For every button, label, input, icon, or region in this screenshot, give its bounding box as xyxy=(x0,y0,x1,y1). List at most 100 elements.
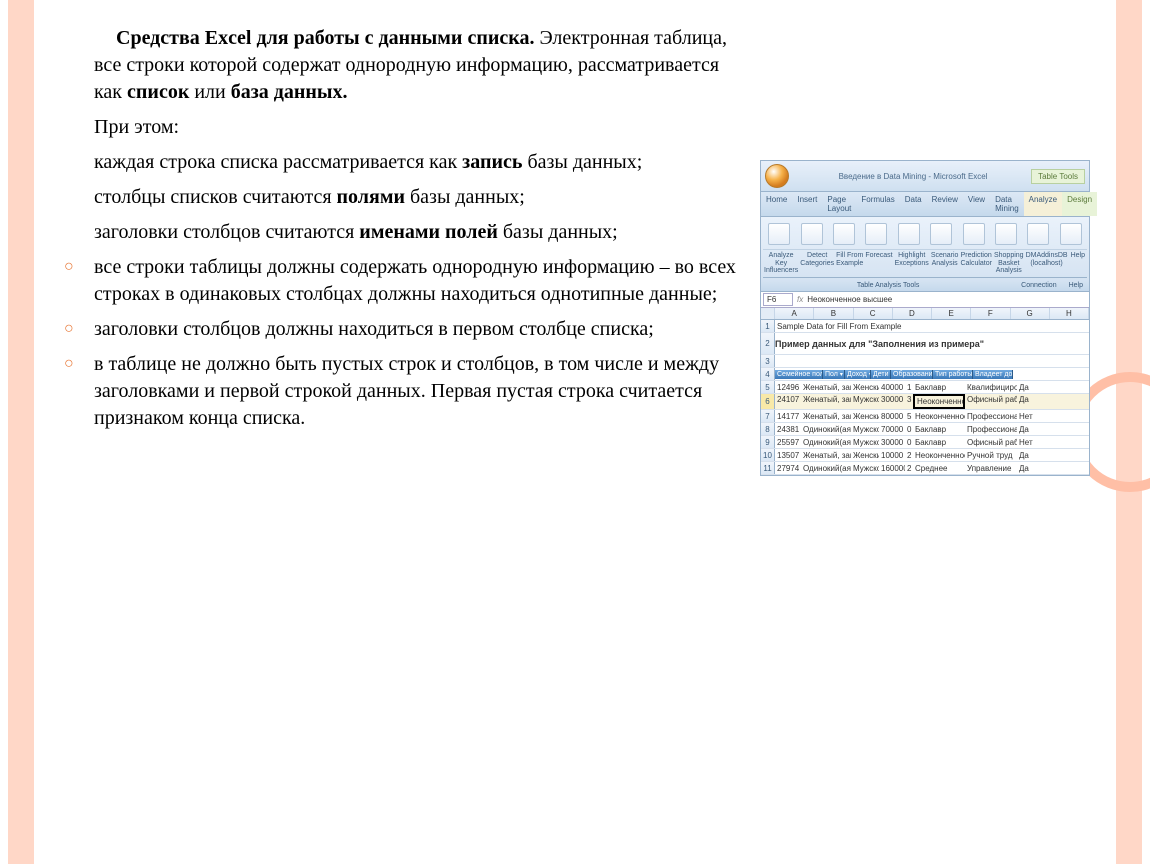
table-row: 624107Женатый, замужМужской300003Неоконч… xyxy=(761,394,1089,410)
tab-data: Data xyxy=(900,192,927,216)
ribbon-label: Help xyxy=(1069,250,1087,277)
ribbon-label: Shopping Basket Analysis xyxy=(993,250,1025,277)
cell: 30000 xyxy=(879,437,905,448)
ribbon-icon xyxy=(1060,223,1082,245)
column-letter: G xyxy=(1011,308,1050,319)
slide-content: Средства Excel для работы с данными спис… xyxy=(60,25,1090,839)
cell: Да xyxy=(1017,450,1033,461)
row-number: 8 xyxy=(761,423,775,435)
cell: Да xyxy=(1017,382,1033,393)
cell: 10000 xyxy=(879,450,905,461)
column-letter: F xyxy=(971,308,1010,319)
table-row: 714177Женатый, замужЖенский800005Неоконч… xyxy=(761,410,1089,423)
bullet-2: заголовки столбцов должны находиться в п… xyxy=(60,316,745,343)
ribbon-icon xyxy=(930,223,952,245)
ribbon-icon xyxy=(768,223,790,245)
ribbon-icon xyxy=(865,223,887,245)
intro-txt2: или xyxy=(189,81,230,103)
cell: Да xyxy=(1017,424,1033,435)
cell: 12496 xyxy=(775,382,801,393)
cell: Женатый, замуж xyxy=(801,411,851,422)
cell: 1 xyxy=(905,382,913,393)
cell: Женатый, замуж xyxy=(801,450,851,461)
cell: Одинокий(ая) xyxy=(801,424,851,435)
title-bold: Средства Excel для работы с данными спис… xyxy=(116,27,534,49)
row-number: 6 xyxy=(761,394,775,409)
cell: Ручной труд xyxy=(965,450,1017,461)
p4-t1: столбцы списков считаются xyxy=(94,186,337,208)
row-number: 7 xyxy=(761,410,775,422)
table-row: 512496Женатый, замужЖенский400001Баклавр… xyxy=(761,381,1089,394)
table-row: 925597Одинокий(ая)Мужской300000БаклаврОф… xyxy=(761,436,1089,449)
ribbon-label: Fill From Example xyxy=(835,250,864,277)
ribbon-icon xyxy=(833,223,855,245)
tab-design: Design xyxy=(1062,192,1097,216)
row-number: 4 xyxy=(761,368,775,380)
tab-data-mining: Data Mining xyxy=(990,192,1024,216)
paragraph-record: каждая строка списка рассматривается как… xyxy=(60,149,745,176)
table-row: 824381Одинокий(ая)Мужской700000БаклаврПр… xyxy=(761,423,1089,436)
tab-home: Home xyxy=(761,192,792,216)
row-number: 2 xyxy=(761,333,775,354)
p5-t2: базы данных; xyxy=(498,221,618,243)
tab-view: View xyxy=(963,192,990,216)
p4-t2: базы данных; xyxy=(405,186,525,208)
cell: Женский xyxy=(851,382,879,393)
ribbon-label: Prediction Calculator xyxy=(959,250,993,277)
group-table-tools: Table Analysis Tools xyxy=(761,280,1015,291)
cell: Квалифициров xyxy=(965,382,1017,393)
cell: Мужской xyxy=(851,437,879,448)
bullet-3: в таблице не должно быть пустых строк и … xyxy=(60,351,745,432)
row-number: 1 xyxy=(761,320,775,332)
cell: Женский xyxy=(851,450,879,461)
ribbon-icon xyxy=(1027,223,1049,245)
cell: Одинокий(ая) xyxy=(801,463,851,474)
table-row: 1013507Женатый, замужЖенский100002Неокон… xyxy=(761,449,1089,462)
cell: Нет xyxy=(1017,411,1033,422)
intro-bold-list: список xyxy=(127,81,189,103)
row2-text: Пример данных для "Заполнения из примера… xyxy=(775,339,984,349)
table-header: Доход xyxy=(845,370,871,379)
cell: Офисный работ xyxy=(965,437,1017,448)
ribbon: Analyze Key InfluencersDetect Categories… xyxy=(761,217,1089,280)
cell: Профессионал xyxy=(965,424,1017,435)
ribbon-label: Detect Categories xyxy=(799,250,835,277)
cell: Неоконченное выс xyxy=(913,411,965,422)
row-2: 2 Пример данных для "Заполнения из приме… xyxy=(761,333,1089,355)
column-letter: H xyxy=(1050,308,1089,319)
paragraph-fieldnames: заголовки столбцов считаются именами пол… xyxy=(60,219,745,246)
table-header: Владеет дом xyxy=(973,370,1013,379)
p5-b: именами полей xyxy=(359,221,498,243)
p3-t2: базы данных; xyxy=(522,151,642,173)
cell: 0 xyxy=(905,437,913,448)
image-column: Введение в Data Mining - Microsoft Excel… xyxy=(760,25,1090,839)
cell: Нет xyxy=(1017,437,1033,448)
row-number: 9 xyxy=(761,436,775,448)
table-header: Образование xyxy=(891,370,933,379)
row-4-headers: 4 Семейное полоПолДоходДетиОбразованиеТи… xyxy=(761,368,1089,381)
intro-bold-db: база данных. xyxy=(231,81,348,103)
tab-formulas: Formulas xyxy=(856,192,899,216)
paragraph-fields: столбцы списков считаются полями базы да… xyxy=(60,184,745,211)
table-header: Тип работы xyxy=(933,370,973,379)
column-letter: C xyxy=(854,308,893,319)
formula-bar: F6 fx Неоконченное высшее xyxy=(761,292,1089,308)
cell: 24107 xyxy=(775,394,801,409)
cell: 70000 xyxy=(879,424,905,435)
ribbon-label: DMAddinsDB (localhost) xyxy=(1025,250,1069,277)
paragraph-priedom: При этом: xyxy=(60,114,745,141)
column-letter: E xyxy=(932,308,971,319)
bullet-1: все строки таблицы должны содержать одно… xyxy=(60,254,745,308)
tab-page-layout: Page Layout xyxy=(822,192,856,216)
cell: Женатый, замуж xyxy=(801,382,851,393)
ribbon-icon xyxy=(801,223,823,245)
row-number: 5 xyxy=(761,381,775,393)
bullet-list: все строки таблицы должны содержать одно… xyxy=(60,254,745,432)
row1-text: Sample Data for Fill From Example xyxy=(775,321,903,332)
p3-t1: каждая строка списка рассматривается как xyxy=(94,151,462,173)
table-header: Дети xyxy=(871,370,891,379)
cell: Мужской xyxy=(851,424,879,435)
cell: Мужской xyxy=(851,394,879,409)
fx-icon: fx xyxy=(797,295,803,304)
column-letter xyxy=(761,308,775,319)
